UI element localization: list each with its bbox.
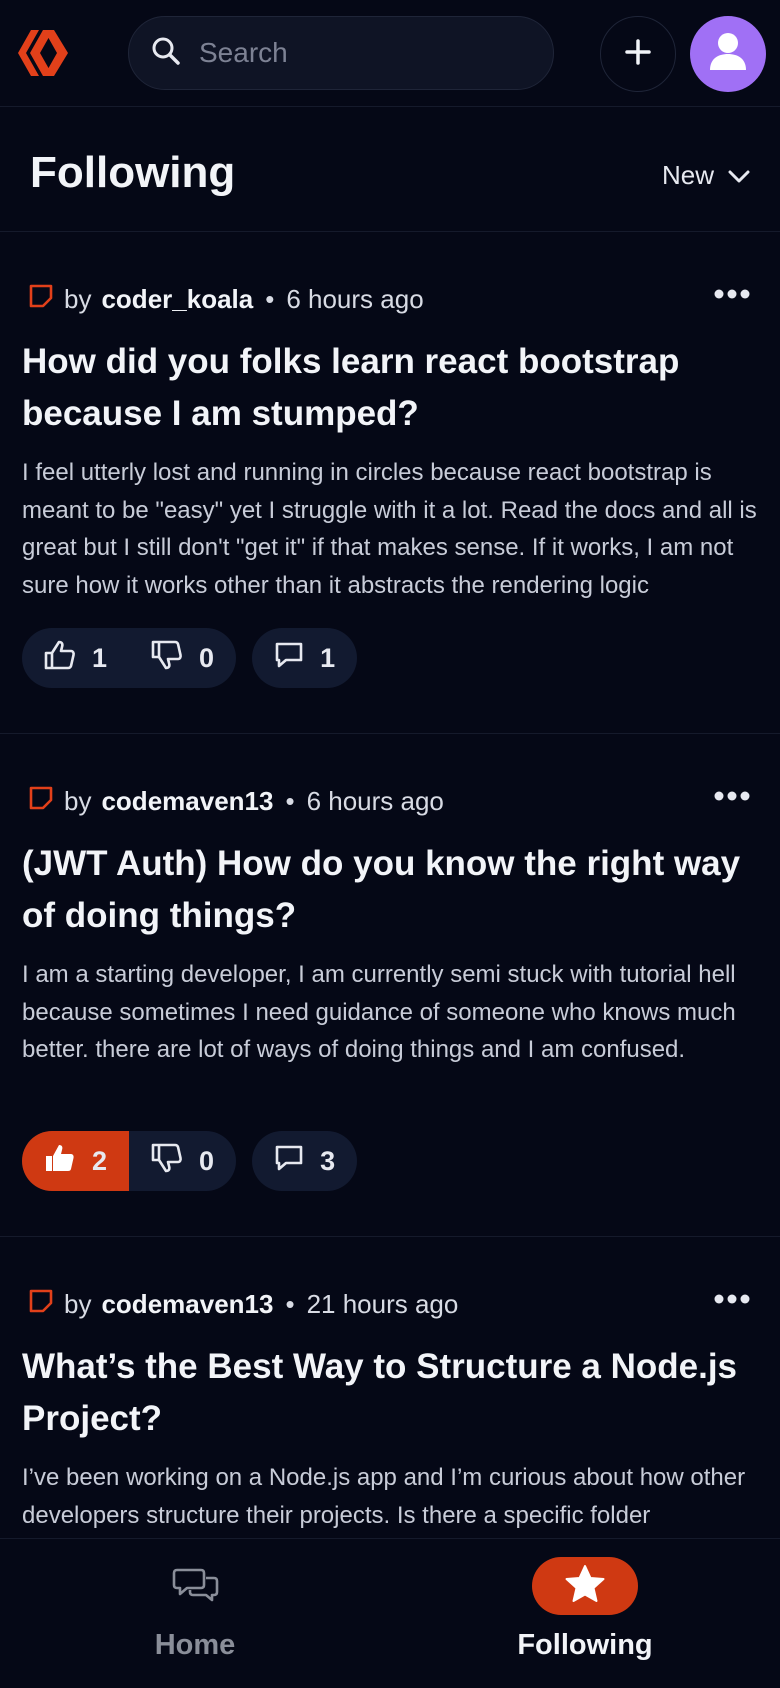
app-root: Following New by coder_koala • 6 hours a…	[0, 0, 780, 1688]
post-title[interactable]: (JWT Auth) How do you know the right way…	[22, 838, 762, 942]
nav-following-icon-wrap	[532, 1557, 638, 1615]
post-meta: by codemaven13 • 21 hours ago	[28, 1284, 458, 1324]
post-excerpt: I am a starting developer, I am currentl…	[22, 961, 736, 1063]
create-post-button[interactable]	[600, 16, 676, 92]
thumbs-up-filled-icon	[44, 1143, 76, 1180]
post-title[interactable]: How did you folks learn react bootstrap …	[22, 336, 762, 440]
post-time: 6 hours ago	[286, 283, 424, 314]
comments-button[interactable]: 3	[252, 1131, 358, 1191]
upvote-button[interactable]: 2	[22, 1131, 130, 1191]
top-bar	[0, 0, 780, 107]
comment-icon	[274, 1144, 304, 1179]
avatar-button[interactable]	[690, 16, 766, 92]
plus-icon	[624, 38, 652, 71]
bottom-nav: Home Following	[0, 1538, 780, 1688]
separator-dot: •	[265, 283, 275, 314]
page-header: Following New	[0, 108, 780, 232]
post-tag-icon	[28, 283, 54, 316]
comment-count: 3	[320, 1145, 336, 1176]
more-options-icon[interactable]	[714, 1292, 750, 1316]
comment-count: 1	[320, 642, 336, 673]
comment-icon	[274, 641, 304, 676]
nav-home-icon-wrap	[142, 1557, 248, 1615]
post-tag-icon	[28, 785, 54, 818]
vote-group: 1 0	[22, 628, 237, 688]
sort-label: New	[661, 160, 714, 190]
post-card[interactable]: by codemaven13 • 21 hours ago What’s the…	[0, 1238, 780, 1538]
sort-dropdown[interactable]: New	[662, 160, 750, 191]
downvote-count: 0	[199, 642, 215, 673]
downvote-button[interactable]: 0	[129, 1131, 236, 1191]
separator-dot: •	[285, 1288, 295, 1319]
post-excerpt: I feel utterly lost and running in circl…	[22, 459, 757, 599]
post-actions: 1 0 1	[22, 628, 358, 688]
post-title[interactable]: What’s the Best Way to Structure a Node.…	[22, 1341, 762, 1445]
more-options-icon[interactable]	[714, 789, 750, 813]
post-actions: 2 0 3	[22, 1131, 358, 1191]
upvote-count: 2	[92, 1145, 108, 1176]
thumbs-down-icon	[151, 640, 183, 677]
thumbs-down-icon	[151, 1143, 183, 1180]
nav-home[interactable]: Home	[0, 1539, 390, 1688]
upvote-count: 1	[92, 642, 108, 673]
page-title: Following	[30, 148, 236, 197]
downvote-button[interactable]: 0	[129, 628, 236, 688]
post-tag-icon	[28, 1288, 54, 1321]
post-card[interactable]: by codemaven13 • 6 hours ago (JWT Auth) …	[0, 735, 780, 1237]
post-author[interactable]: codemaven13	[101, 1289, 273, 1320]
by-label: by	[64, 1288, 92, 1319]
by-label: by	[64, 283, 92, 314]
post-meta: by codemaven13 • 6 hours ago	[28, 781, 444, 821]
comments-button[interactable]: 1	[252, 628, 358, 688]
vote-group: 2 0	[22, 1131, 237, 1191]
post-card[interactable]: by coder_koala • 6 hours ago How did you…	[0, 232, 780, 734]
thumbs-up-icon	[44, 640, 76, 677]
post-time: 21 hours ago	[306, 1288, 459, 1319]
star-icon	[564, 1564, 606, 1609]
chevron-down-icon	[728, 160, 750, 191]
search-icon	[151, 36, 181, 71]
post-author[interactable]: codemaven13	[101, 786, 273, 817]
chat-bubbles-icon	[171, 1564, 219, 1609]
search-bar[interactable]	[128, 16, 560, 90]
post-excerpt: I’ve been working on a Node.js app and I…	[22, 1464, 746, 1529]
post-meta: by coder_koala • 6 hours ago	[28, 279, 424, 319]
nav-following-label: Following	[517, 1629, 653, 1661]
downvote-count: 0	[199, 1145, 215, 1176]
more-options-icon[interactable]	[714, 287, 750, 311]
nav-home-label: Home	[154, 1629, 236, 1661]
search-input[interactable]	[199, 23, 560, 83]
hive-logo-icon[interactable]	[18, 26, 74, 80]
by-label: by	[64, 785, 92, 816]
user-icon	[709, 32, 747, 77]
nav-following[interactable]: Following	[390, 1539, 780, 1688]
post-time: 6 hours ago	[306, 785, 444, 816]
upvote-button[interactable]: 1	[22, 628, 129, 688]
separator-dot: •	[285, 785, 295, 816]
post-author[interactable]: coder_koala	[101, 284, 253, 315]
